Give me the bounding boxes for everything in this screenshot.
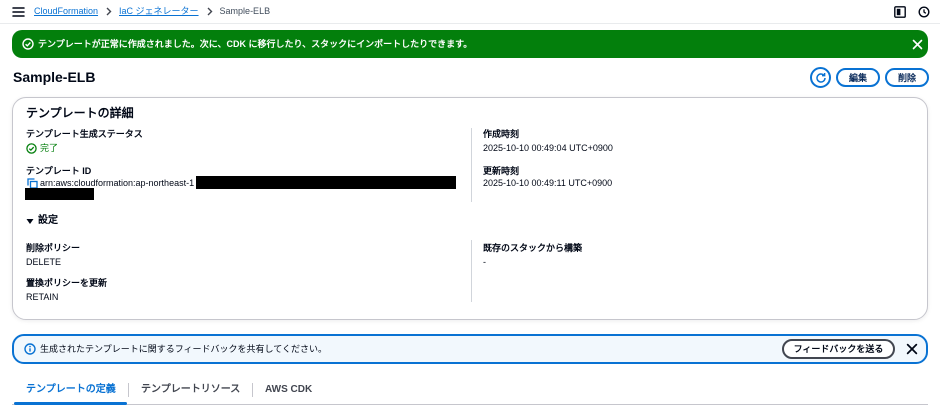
feedback-info-alert: 生成されたテンプレートに関するフィードバックを共有してください。 フィードバック…: [12, 334, 928, 364]
clock-icon[interactable]: [918, 6, 930, 18]
deletion-policy-label: 削除ポリシー: [26, 243, 81, 253]
template-id-label: テンプレート ID: [26, 166, 92, 176]
refresh-icon: [815, 72, 827, 84]
edit-button[interactable]: 編集: [836, 68, 880, 87]
updated-time-label: 更新時刻: [483, 166, 520, 176]
update-replace-policy-value: RETAIN: [26, 292, 59, 302]
column-divider: [471, 128, 472, 202]
from-existing-stack-label: 既存のスタックから構築: [483, 243, 583, 253]
tab-aws-cdk[interactable]: AWS CDK: [265, 383, 312, 397]
close-icon[interactable]: [906, 343, 918, 355]
container-title: テンプレートの詳細: [26, 106, 134, 120]
deletion-policy-value: DELETE: [26, 257, 62, 267]
status-text: 完了: [40, 143, 59, 153]
breadcrumb-item-cloudformation[interactable]: CloudFormation: [34, 5, 98, 18]
breadcrumb: CloudFormation IaC ジェネレーター Sample-ELB: [34, 5, 270, 18]
top-navigation-bar: CloudFormation IaC ジェネレーター Sample-ELB: [0, 0, 940, 24]
feedback-message: 生成されたテンプレートに関するフィードバックを共有してください。: [40, 344, 328, 354]
redaction-block: [25, 188, 94, 200]
tab-bar-divider: [12, 404, 928, 405]
updated-time-value: 2025-10-10 00:49:11 UTC+0900: [483, 178, 613, 188]
status-label: テンプレート生成ステータス: [26, 129, 143, 139]
status-success-icon: [26, 142, 37, 154]
column-divider: [471, 240, 472, 302]
tab-template-definition[interactable]: テンプレートの定義: [26, 383, 116, 397]
template-details-container: テンプレートの詳細 テンプレート生成ステータス 完了 テンプレート ID arn…: [12, 97, 928, 320]
status-success-icon: [22, 38, 34, 50]
menu-icon[interactable]: [12, 6, 25, 18]
chevron-right-icon: [105, 7, 112, 16]
status-value: 完了: [26, 142, 58, 154]
page-title: Sample-ELB: [13, 69, 96, 85]
send-feedback-button[interactable]: フィードバックを送る: [782, 339, 895, 359]
close-icon[interactable]: [912, 39, 923, 50]
settings-expand-toggle[interactable]: 設定: [26, 214, 58, 228]
update-replace-policy-label: 置換ポリシーを更新: [26, 278, 108, 288]
refresh-button[interactable]: [810, 67, 831, 88]
tab-template-resources[interactable]: テンプレートリソース: [141, 383, 240, 397]
split-panel-icon[interactable]: [894, 6, 906, 18]
breadcrumb-item-current: Sample-ELB: [219, 6, 271, 16]
caret-down-icon: [26, 218, 34, 225]
tab-separator: [128, 383, 129, 397]
active-tab-indicator: [14, 402, 127, 405]
delete-button[interactable]: 削除: [885, 68, 929, 87]
breadcrumb-item-iac-generator[interactable]: IaC ジェネレーター: [119, 5, 199, 18]
tab-separator: [252, 383, 253, 397]
flash-message: テンプレートが正常に作成されました。次に、CDK に移行したり、スタックにインポ…: [38, 39, 473, 49]
redaction-block: [196, 176, 456, 189]
settings-label: 設定: [38, 215, 58, 226]
chevron-right-icon: [206, 7, 213, 16]
created-time-label: 作成時刻: [483, 129, 520, 139]
created-time-value: 2025-10-10 00:49:04 UTC+0900: [483, 143, 613, 153]
success-flash-banner: テンプレートが正常に作成されました。次に、CDK に移行したり、スタックにインポ…: [12, 30, 928, 58]
info-icon: [24, 343, 36, 355]
from-existing-stack-value: -: [483, 257, 486, 267]
